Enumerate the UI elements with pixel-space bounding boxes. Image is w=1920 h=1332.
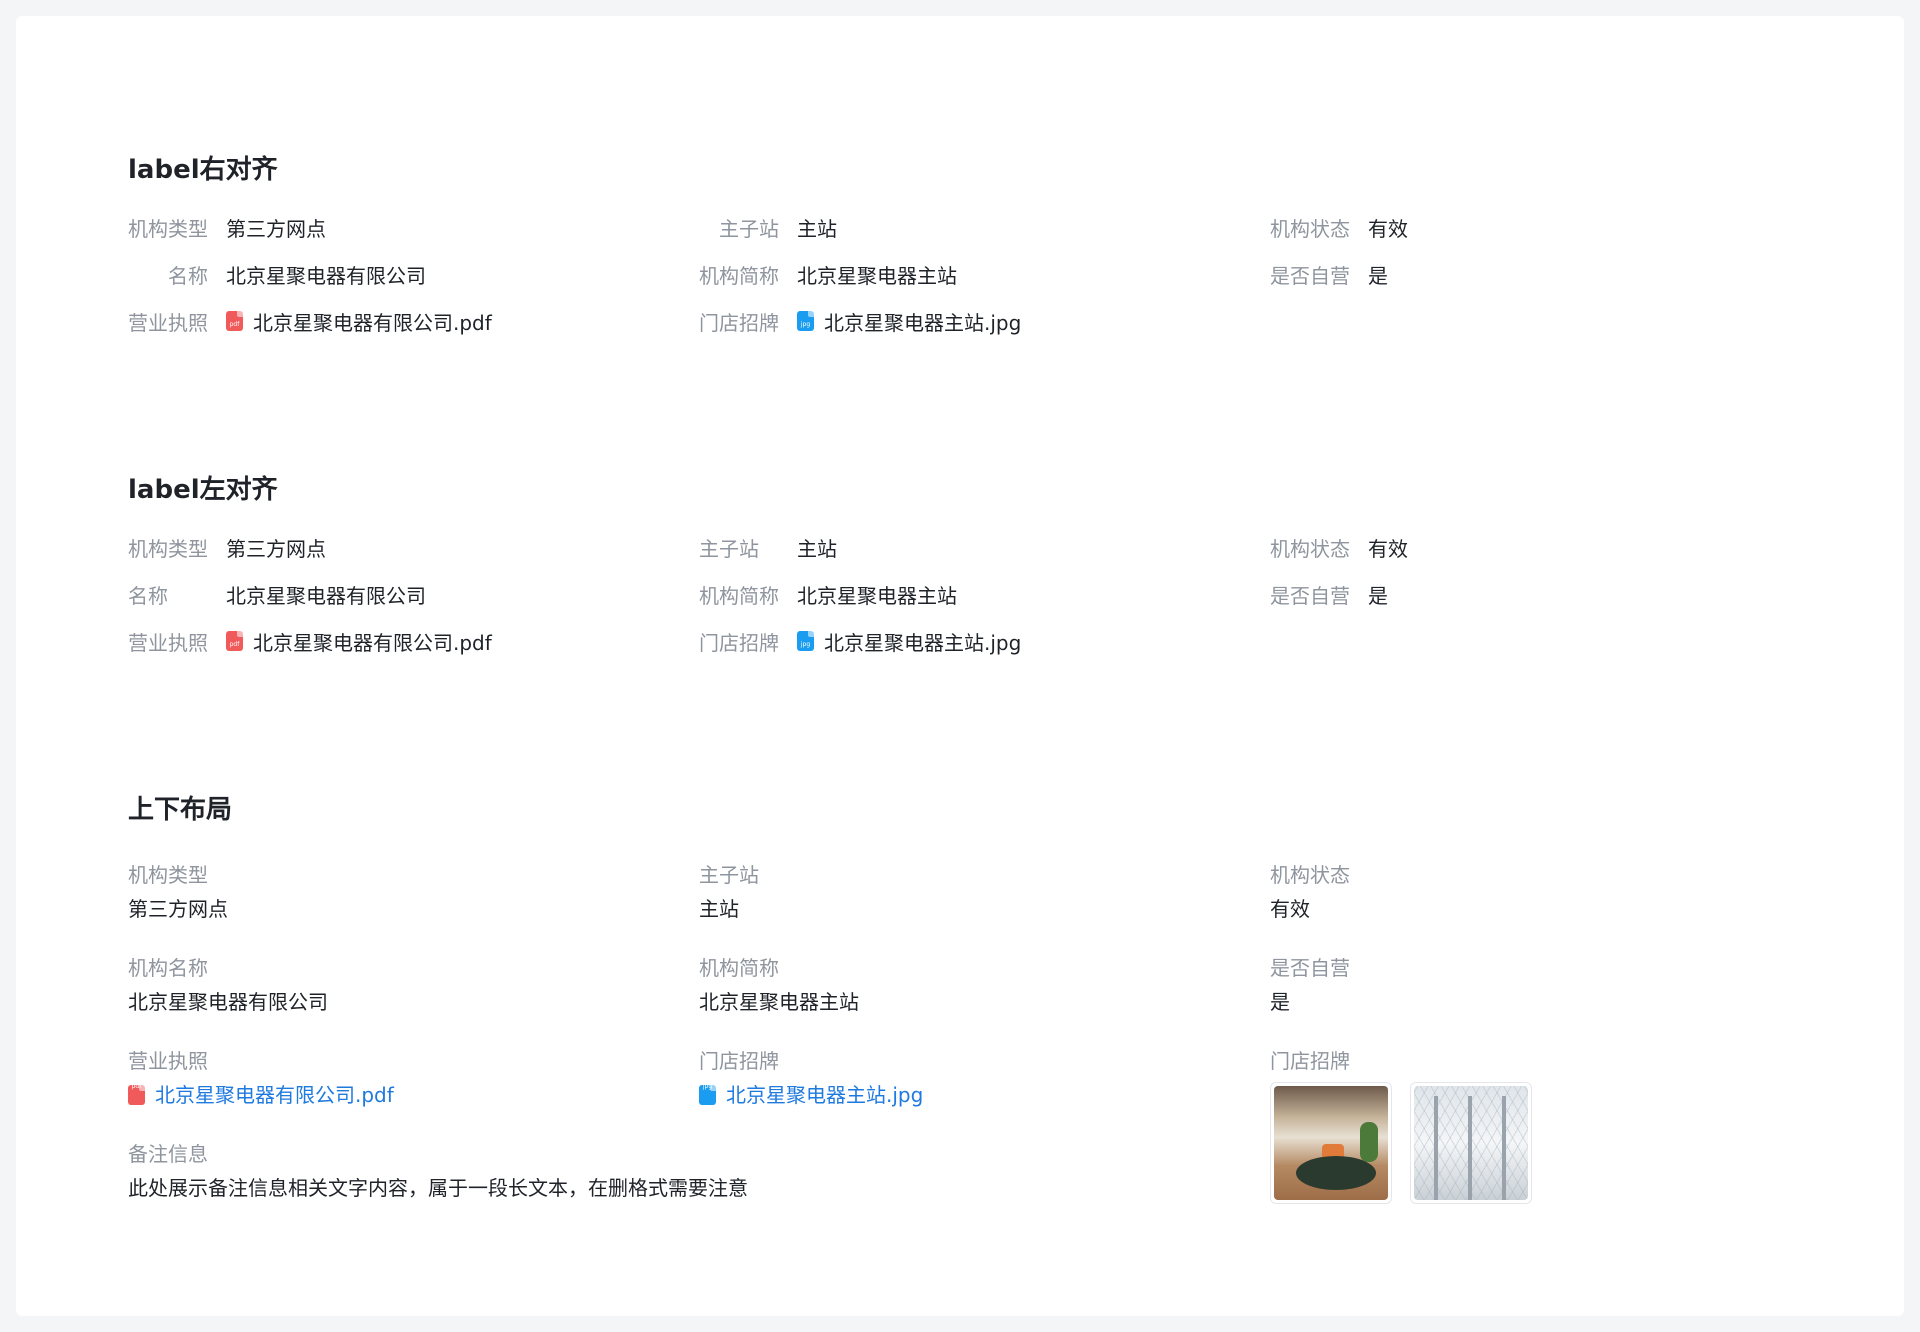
office-interior-image[interactable] <box>1270 1082 1392 1204</box>
field-label: 备注信息 <box>128 1142 208 1166</box>
detail-card: label右对齐 机构类型 第三方网点 主子站 主站 机构状态 有效 名称 北京… <box>16 16 1904 1316</box>
field-label: 营业执照 <box>128 630 208 655</box>
field-value: 北京星聚电器有限公司 <box>128 990 328 1014</box>
jpg-file-icon: jpg <box>797 311 814 331</box>
field-value: 第三方网点 <box>226 216 326 241</box>
field-label: 是否自营 <box>1270 583 1350 608</box>
field-store-sign: 门店招牌 jpg 北京星聚电器主站.jpg <box>699 626 1021 656</box>
field-value: 第三方网点 <box>226 536 326 561</box>
field-value: 此处展示备注信息相关文字内容，属于一段长文本，在删格式需要注意 <box>128 1176 748 1200</box>
field-label: 名称 <box>168 263 208 288</box>
file-link-text[interactable]: 北京星聚电器主站.jpg <box>726 1080 923 1110</box>
field-label: 主子站 <box>699 863 759 887</box>
file-link-store-sign[interactable]: jpg 北京星聚电器主站.jpg <box>797 307 1021 336</box>
field-business-license: 营业执照 pdf 北京星聚电器有限公司.pdf <box>128 306 492 336</box>
section-title-left-aligned: label左对齐 <box>128 475 278 505</box>
field-label: 机构简称 <box>699 583 779 608</box>
file-link-text[interactable]: 北京星聚电器主站.jpg <box>824 627 1021 656</box>
field-label: 门店招牌 <box>699 630 779 655</box>
field-label: 机构状态 <box>1270 536 1350 561</box>
field-label: 机构类型 <box>128 863 208 887</box>
field-value: 有效 <box>1270 897 1310 921</box>
field-value: 北京星聚电器主站 <box>699 990 859 1014</box>
field-value: 北京星聚电器主站 <box>797 583 957 608</box>
field-label: 机构名称 <box>128 956 208 980</box>
file-link-store-sign[interactable]: jpg 北京星聚电器主站.jpg <box>797 627 1021 656</box>
vfield-org-status: 机构状态 有效 <box>1270 860 1350 924</box>
field-value: 有效 <box>1368 536 1408 561</box>
file-link-license[interactable]: pdf 北京星聚电器有限公司.pdf <box>128 1080 394 1110</box>
field-value: 北京星聚电器主站 <box>797 263 957 288</box>
field-main-sub-station: 主子站 主站 <box>699 212 837 242</box>
pdf-file-icon: pdf <box>226 311 243 331</box>
field-label: 机构状态 <box>1270 863 1350 887</box>
vfield-main-sub-station: 主子站 主站 <box>699 860 759 924</box>
field-org-type: 机构类型 第三方网点 <box>128 212 326 242</box>
vfield-store-sign-images: 门店招牌 <box>1270 1046 1532 1204</box>
jpg-file-icon: jpg <box>797 631 814 651</box>
image-thumbnails <box>1270 1082 1532 1204</box>
vfield-org-type: 机构类型 第三方网点 <box>128 860 228 924</box>
file-link-store-sign[interactable]: jpg 北京星聚电器主站.jpg <box>699 1080 923 1110</box>
field-org-status: 机构状态 有效 <box>1270 212 1408 242</box>
field-value: 是 <box>1368 263 1388 288</box>
field-business-license: 营业执照 pdf 北京星聚电器有限公司.pdf <box>128 626 492 656</box>
field-label: 机构简称 <box>699 956 779 980</box>
field-label: 是否自营 <box>1270 956 1350 980</box>
file-link-text[interactable]: 北京星聚电器有限公司.pdf <box>155 1080 394 1110</box>
pdf-file-icon: pdf <box>226 631 243 651</box>
field-label: 门店招牌 <box>699 1049 779 1073</box>
field-self-run: 是否自营 是 <box>1270 259 1388 289</box>
field-label: 门店招牌 <box>699 310 779 335</box>
section-title-vertical-layout: 上下布局 <box>128 795 233 825</box>
field-value: 北京星聚电器有限公司 <box>226 263 426 288</box>
vfield-remark: 备注信息 此处展示备注信息相关文字内容，属于一段长文本，在删格式需要注意 <box>128 1139 748 1203</box>
vfield-short-name: 机构简称 北京星聚电器主站 <box>699 953 859 1017</box>
file-link-license[interactable]: pdf 北京星聚电器有限公司.pdf <box>226 307 492 336</box>
field-label: 主子站 <box>699 536 759 561</box>
field-value: 主站 <box>797 536 837 561</box>
vfield-self-run: 是否自营 是 <box>1270 953 1350 1017</box>
file-link-text[interactable]: 北京星聚电器有限公司.pdf <box>253 307 492 336</box>
file-link-license[interactable]: pdf 北京星聚电器有限公司.pdf <box>226 627 492 656</box>
field-label: 机构状态 <box>1270 216 1350 241</box>
field-label: 营业执照 <box>128 310 208 335</box>
field-label: 主子站 <box>719 216 779 241</box>
pdf-file-icon: pdf <box>128 1083 145 1105</box>
file-link-text[interactable]: 北京星聚电器主站.jpg <box>824 307 1021 336</box>
section-title-right-aligned: label右对齐 <box>128 155 278 185</box>
field-label: 门店招牌 <box>1270 1049 1350 1073</box>
field-label: 名称 <box>128 583 168 608</box>
field-value: 主站 <box>797 216 837 241</box>
field-short-name: 机构简称 北京星聚电器主站 <box>699 579 957 609</box>
field-self-run: 是否自营 是 <box>1270 579 1388 609</box>
glass-atrium-image[interactable] <box>1410 1082 1532 1204</box>
field-label: 机构类型 <box>128 216 208 241</box>
field-org-type: 机构类型 第三方网点 <box>128 532 326 562</box>
field-store-sign: 门店招牌 jpg 北京星聚电器主站.jpg <box>699 306 1021 336</box>
vfield-org-name: 机构名称 北京星聚电器有限公司 <box>128 953 328 1017</box>
field-value: 主站 <box>699 897 739 921</box>
field-value: 北京星聚电器有限公司 <box>226 583 426 608</box>
field-value: 第三方网点 <box>128 897 228 921</box>
field-value: 是 <box>1270 990 1290 1014</box>
vfield-store-sign-file: 门店招牌 jpg 北京星聚电器主站.jpg <box>699 1046 923 1110</box>
field-short-name: 机构简称 北京星聚电器主站 <box>699 259 957 289</box>
field-name: 名称 北京星聚电器有限公司 <box>128 579 426 609</box>
field-label: 营业执照 <box>128 1049 208 1073</box>
vfield-business-license: 营业执照 pdf 北京星聚电器有限公司.pdf <box>128 1046 394 1110</box>
jpg-file-icon: jpg <box>699 1083 716 1105</box>
file-link-text[interactable]: 北京星聚电器有限公司.pdf <box>253 627 492 656</box>
field-label: 机构类型 <box>128 536 208 561</box>
field-org-status: 机构状态 有效 <box>1270 532 1408 562</box>
field-main-sub-station: 主子站 主站 <box>699 532 837 562</box>
field-label: 机构简称 <box>699 263 779 288</box>
field-label: 是否自营 <box>1270 263 1350 288</box>
field-value: 是 <box>1368 583 1388 608</box>
field-value: 有效 <box>1368 216 1408 241</box>
field-name: 名称 北京星聚电器有限公司 <box>128 259 426 289</box>
